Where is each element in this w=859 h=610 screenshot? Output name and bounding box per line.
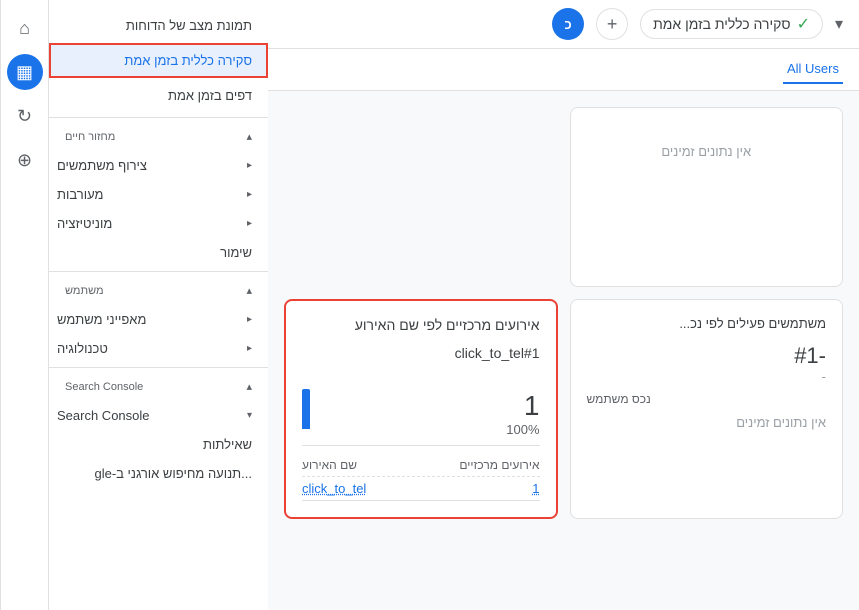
events-card: אירועים מרכזיים לפי שם האירוע click_to_t…	[284, 299, 558, 519]
col-name-header: שם האירוע	[302, 458, 357, 472]
report-title-pill[interactable]: ✓ סקירה כללית בזמן אמת	[640, 9, 823, 39]
sidebar-item-retention[interactable]: שימור	[49, 238, 268, 267]
active-users-card: משתמשים פעילים לפי נכ... -#1 - נכס משתמש…	[570, 299, 844, 519]
filter-bar: All Users	[268, 49, 859, 91]
chevron-down-icon[interactable]: ▾	[835, 14, 843, 34]
empty-top-right	[284, 107, 558, 287]
chevron-up-icon-3: ▴	[246, 380, 252, 393]
advertising-icon-button[interactable]: ⊕	[7, 142, 43, 178]
col-event-header: אירועים מרכזיים	[459, 458, 539, 472]
all-users-tab[interactable]: All Users	[783, 55, 843, 84]
icon-sidebar: ⌂ ▦ ↻ ⊕	[0, 0, 48, 610]
avatar[interactable]: כ	[552, 8, 584, 40]
card-bottom-labels: נכס משתמש	[587, 384, 827, 406]
sidebar-item-realtime-overview[interactable]: סקירה כללית בזמן אמת	[49, 43, 268, 78]
events-table: אירועים מרכזיים שם האירוע 1 click_to_tel	[302, 445, 540, 501]
divider-2	[49, 271, 268, 272]
sidebar-item-user-attributes[interactable]: ▸ מאפייני משתמש	[49, 305, 268, 334]
sidebar-item-queries[interactable]: שאילתות	[49, 430, 268, 459]
no-data-card-top: אין נתונים זמינים	[570, 107, 844, 287]
top-event-label: click_to_tel#1	[302, 345, 540, 363]
bar-chart-icon: ▦	[16, 62, 33, 83]
bottom-left-label: נכס משתמש	[587, 392, 651, 406]
event-value: 1	[322, 390, 540, 422]
bar-segment	[302, 389, 310, 429]
top-event-name: click_to_tel#1	[455, 345, 540, 361]
event-value-col: 1 100%	[322, 390, 540, 437]
users-metric: -#1	[587, 343, 827, 369]
chevron-right-icon-4: ▸	[247, 314, 252, 325]
users-card-title: משתמשים פעילים לפי נכ...	[587, 316, 827, 331]
no-data-label-bottom: אין נתונים זמינים	[736, 415, 826, 430]
sidebar-item-realtime-pages[interactable]: דפים בזמן אמת	[49, 78, 268, 113]
chevron-right-icon-2: ▸	[247, 189, 252, 200]
sidebar-item-engagement[interactable]: ▸ מעורבות	[49, 180, 268, 209]
advertising-icon: ⊕	[17, 150, 32, 171]
chevron-up-icon: ▴	[246, 130, 252, 143]
explore-icon-button[interactable]: ↻	[7, 98, 43, 134]
divider-1	[49, 117, 268, 118]
event-name-cell: click_to_tel	[302, 481, 366, 496]
chevron-right-icon-5: ▸	[247, 343, 252, 354]
lifecycle-section-header[interactable]: ▴ מחזור חיים	[49, 122, 268, 151]
report-title-text: סקירה כללית בזמן אמת	[653, 16, 790, 32]
table-row: 1 click_to_tel	[302, 477, 540, 501]
event-count-cell: 1	[532, 481, 539, 496]
explore-icon: ↻	[17, 106, 32, 127]
sidebar-item-organic-search[interactable]: ...תנועה מחיפוש אורגני ב-gle	[49, 459, 268, 488]
table-header: אירועים מרכזיים שם האירוע	[302, 454, 540, 477]
topbar: ▾ ✓ סקירה כללית בזמן אמת + כ	[268, 0, 859, 49]
search-console-section-header[interactable]: ▴ Search Console	[49, 372, 268, 401]
home-icon: ⌂	[19, 18, 30, 39]
chevron-right-icon: ▸	[247, 160, 252, 171]
events-card-title: אירועים מרכזיים לפי שם האירוע	[302, 317, 540, 333]
add-report-button[interactable]: +	[596, 8, 628, 40]
sidebar-item-technology[interactable]: ▸ טכנולוגיה	[49, 334, 268, 363]
metric-bar-row: 1 100%	[302, 371, 540, 437]
sidebar: תמונת מצב של הדוחות סקירה כללית בזמן אמת…	[48, 0, 268, 610]
user-section-header[interactable]: ▴ משתמש	[49, 276, 268, 305]
bar-chart-icon-button[interactable]: ▦	[7, 54, 43, 90]
divider-3	[49, 367, 268, 368]
plus-icon: +	[607, 14, 618, 35]
chevron-up-icon-2: ▴	[246, 284, 252, 297]
avatar-label: כ	[565, 17, 572, 32]
chevron-down-icon-sc: ▾	[247, 410, 252, 421]
no-data-text: אין נתונים זמינים	[587, 124, 827, 159]
sidebar-menu: תמונת מצב של הדוחות סקירה כללית בזמן אמת…	[49, 0, 268, 610]
bar-chart	[302, 379, 310, 429]
sidebar-item-monetization[interactable]: ▸ מוניטיזציה	[49, 209, 268, 238]
home-icon-button[interactable]: ⌂	[7, 10, 43, 46]
event-pct: 100%	[322, 422, 540, 437]
chevron-right-icon-3: ▸	[247, 218, 252, 229]
sidebar-item-search-console[interactable]: ▾ Search Console	[49, 401, 268, 430]
check-icon: ✓	[797, 14, 810, 34]
sidebar-item-dashboard[interactable]: תמונת מצב של הדוחות	[49, 8, 268, 43]
dash-line: -	[587, 369, 827, 384]
sidebar-item-user-segment[interactable]: ▸ צירוף משתמשים	[49, 151, 268, 180]
content-area: אין נתונים זמינים משתמשים פעילים לפי נכ.…	[268, 91, 859, 610]
no-data-bottom: אין נתונים זמינים	[587, 414, 827, 432]
